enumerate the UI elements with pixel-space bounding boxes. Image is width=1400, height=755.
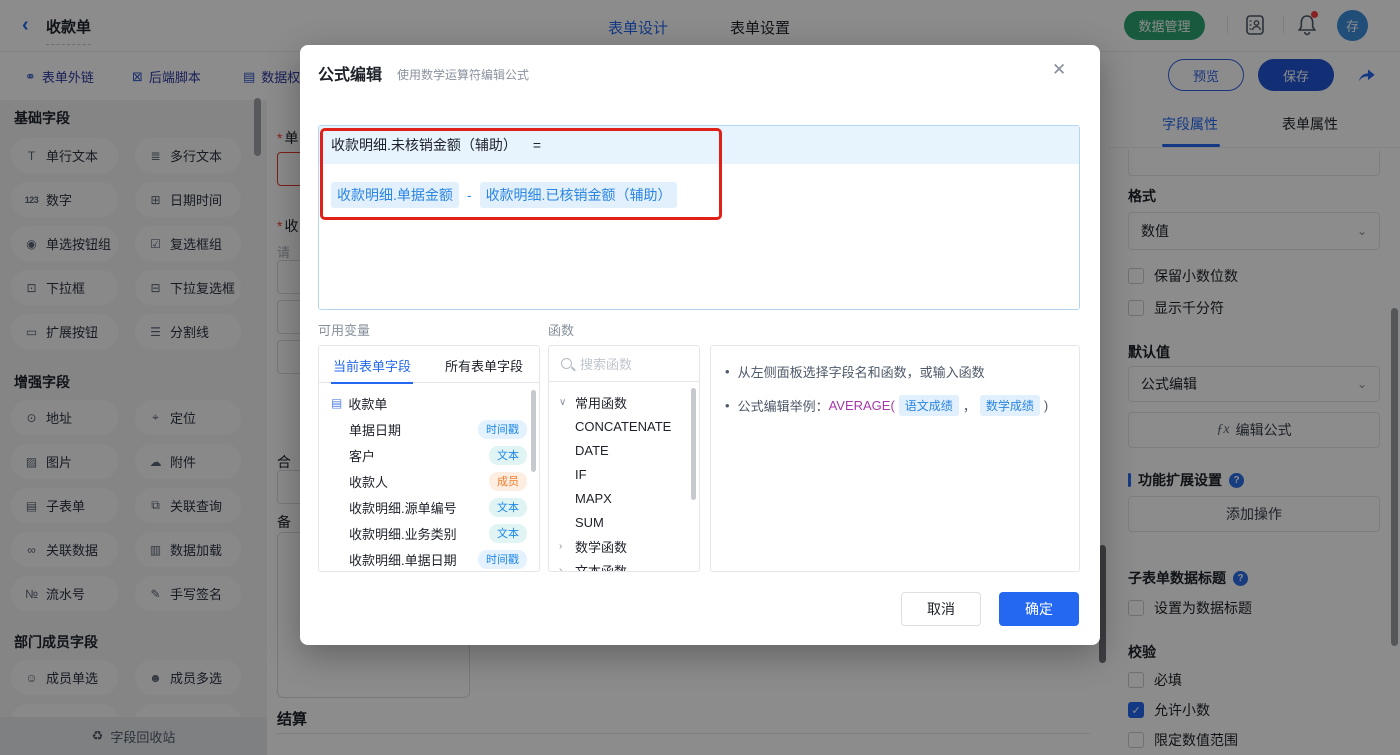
formula-target-row: 收款明细.未核销金额（辅助） = (319, 126, 1079, 164)
variable-row[interactable]: 客户 文本 (319, 442, 539, 468)
function-item[interactable]: MAPX (549, 486, 699, 510)
functions-label: 函数 (548, 323, 575, 338)
cancel-button[interactable]: 取消 (901, 592, 981, 626)
variable-row[interactable]: 单据日期 时间戳 (319, 416, 539, 442)
formula-operand-1[interactable]: 收款明细.单据金额 (331, 182, 459, 208)
modal-title: 公式编辑 (318, 67, 383, 84)
search-icon (561, 358, 572, 369)
function-item[interactable]: CONCATENATE (549, 414, 699, 438)
formula-help-panel: 从左侧面板选择字段名和函数，或输入函数 公式编辑举例：AVERAGE(语文成绩，… (710, 345, 1080, 572)
tab-all-form-fields[interactable]: 所有表单字段 (445, 356, 523, 375)
average-function-text: AVERAGE( (828, 398, 895, 413)
group-math-functions[interactable]: › 数学函数 (549, 534, 699, 558)
search-placeholder: 搜索函数 (580, 357, 633, 372)
function-item[interactable]: SUM (549, 510, 699, 534)
confirm-button[interactable]: 确定 (999, 592, 1079, 626)
tab-current-form-fields[interactable]: 当前表单字段 (330, 356, 414, 384)
example-field-chip: 数学成绩 (979, 395, 1040, 416)
function-item[interactable]: DATE (549, 438, 699, 462)
chevron-down-icon: ∨ (559, 396, 567, 408)
formula-editor-area[interactable]: 收款明细.未核销金额（辅助） = 收款明细.单据金额 - 收款明细.已核销金额（… (318, 125, 1080, 310)
modal-subtitle: 使用数学运算符编辑公式 (397, 68, 530, 82)
form-node[interactable]: ▤ 收款单 (319, 390, 539, 416)
type-badge: 时间戳 (478, 419, 527, 439)
variables-label: 可用变量 (318, 323, 371, 338)
minus-operator: - (466, 187, 472, 203)
formula-operand-2[interactable]: 收款明细.已核销金额（辅助） (479, 182, 678, 208)
variables-tabs: 当前表单字段 所有表单字段 (319, 346, 539, 384)
type-badge: 成员 (489, 471, 527, 491)
help-line-2: 公式编辑举例：AVERAGE(语文成绩，数学成绩) (725, 395, 1065, 416)
variables-panel: 当前表单字段 所有表单字段 ▤ 收款单 单据日期 时间戳 客户 文本 收款人 成员 收… (318, 345, 540, 572)
close-icon[interactable]: ✕ (1052, 60, 1066, 80)
chevron-right-icon: › (559, 564, 563, 572)
chevron-right-icon: › (559, 540, 563, 552)
group-text-functions[interactable]: › 文本函数 (549, 558, 699, 572)
type-badge: 文本 (489, 523, 527, 543)
help-line-1: 从左侧面板选择字段名和函数，或输入函数 (725, 362, 1065, 381)
function-item[interactable]: IF (549, 462, 699, 486)
equals-sign: = (532, 137, 542, 153)
type-badge: 文本 (489, 445, 527, 465)
variable-row[interactable]: 收款人 成员 (319, 468, 539, 494)
type-badge: 时间戳 (478, 549, 527, 569)
variable-row[interactable]: 收款明细.源单编号 文本 (319, 494, 539, 520)
form-designer-app: ‹ 收款单 表单设计 表单设置 数据管理 存 ⚭ 表单外链 ⊠ 后端脚本 ▤ 数… (0, 0, 1400, 755)
example-field-chip: 语文成绩 (898, 395, 959, 416)
type-badge: 文本 (489, 497, 527, 517)
function-search-input[interactable]: 搜索函数 (549, 346, 699, 382)
group-common-functions[interactable]: ∨ 常用函数 (549, 390, 699, 414)
functions-list: ∨ 常用函数 CONCATENATE DATE IF MAPX SUM › 数学函数… (549, 382, 699, 572)
variable-row[interactable]: 收款明细.业务类别 文本 (319, 520, 539, 546)
formula-expression: 收款明细.单据金额 - 收款明细.已核销金额（辅助） (331, 182, 678, 208)
form-doc-icon: ▤ (331, 396, 343, 410)
variables-scrollbar[interactable] (531, 390, 536, 472)
formula-editor-modal: 公式编辑 使用数学运算符编辑公式 ✕ 收款明细.未核销金额（辅助） = 收款明细… (300, 45, 1100, 645)
functions-panel: 搜索函数 ∨ 常用函数 CONCATENATE DATE IF MAPX SUM … (548, 345, 700, 572)
variable-row[interactable]: 收款明细.单据日期 时间戳 (319, 546, 539, 571)
functions-scrollbar[interactable] (691, 388, 696, 500)
variables-tree: ▤ 收款单 单据日期 时间戳 客户 文本 收款人 成员 收款明细.源单编号 文本 收款明… (319, 383, 539, 571)
